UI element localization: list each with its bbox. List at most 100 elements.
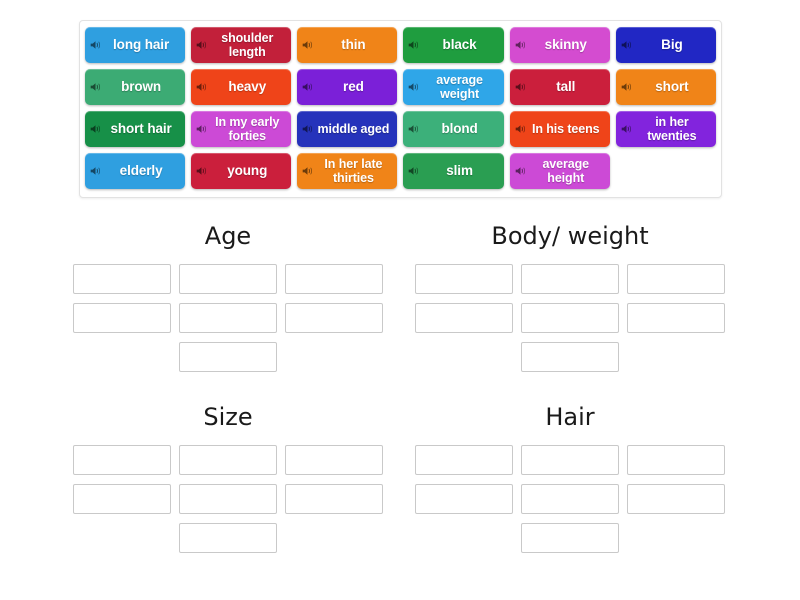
drop-slot[interactable] (73, 445, 171, 475)
speaker-icon[interactable] (515, 166, 526, 177)
drop-zone-grid-size (58, 445, 398, 553)
word-tile[interactable]: tall (509, 69, 610, 105)
speaker-icon[interactable] (196, 124, 207, 135)
speaker-icon[interactable] (515, 82, 526, 93)
drop-slot[interactable] (73, 264, 171, 294)
word-tile[interactable]: skinny (509, 27, 610, 63)
word-tile-label: long hair (113, 37, 170, 52)
word-tile[interactable]: shoulder length (191, 27, 292, 63)
category-title-age: Age (204, 222, 252, 250)
drop-slot[interactable] (179, 264, 277, 294)
drop-zone-grid-age (58, 264, 398, 372)
speaker-icon[interactable] (90, 166, 101, 177)
word-tile-label: In his teens (531, 122, 600, 136)
word-tile-label: blond (441, 121, 478, 136)
word-tile[interactable]: blond (403, 111, 504, 147)
drop-slot[interactable] (521, 264, 619, 294)
speaker-icon[interactable] (408, 82, 419, 93)
word-tile-label: red (343, 79, 364, 94)
word-tile-label: brown (121, 79, 162, 94)
word-tile-placeholder (616, 153, 716, 189)
drop-slot[interactable] (521, 445, 619, 475)
drop-slot[interactable] (179, 523, 277, 553)
word-tile[interactable]: red (297, 69, 398, 105)
speaker-icon[interactable] (302, 124, 313, 135)
word-tile[interactable]: young (191, 153, 292, 189)
word-tile[interactable]: in her twenties (615, 111, 716, 147)
speaker-icon[interactable] (302, 40, 313, 51)
word-tile[interactable]: average weight (403, 69, 504, 105)
word-bank-panel: long hair shoulder length thin black skinny B… (79, 20, 722, 198)
drop-slot[interactable] (179, 303, 277, 333)
speaker-icon[interactable] (196, 166, 207, 177)
word-tile[interactable]: long hair (85, 27, 186, 63)
speaker-icon[interactable] (408, 40, 419, 51)
word-tile[interactable]: brown (85, 69, 186, 105)
drop-slot[interactable] (285, 445, 383, 475)
word-tile[interactable]: middle aged (297, 111, 398, 147)
drop-slot[interactable] (521, 484, 619, 514)
word-tile[interactable]: In his teens (509, 111, 610, 147)
speaker-icon[interactable] (621, 40, 632, 51)
drop-slot[interactable] (627, 264, 725, 294)
drop-slot[interactable] (285, 264, 383, 294)
word-tile-label: slim (446, 163, 473, 178)
drop-slot[interactable] (627, 303, 725, 333)
word-tile-label: elderly (119, 163, 163, 178)
speaker-icon[interactable] (515, 124, 526, 135)
word-tile[interactable]: elderly (85, 153, 186, 189)
word-tile[interactable]: short hair (85, 111, 186, 147)
word-tile-label: Big (661, 37, 683, 52)
speaker-icon[interactable] (621, 82, 632, 93)
drop-slot[interactable] (179, 342, 277, 372)
speaker-icon[interactable] (302, 166, 313, 177)
speaker-icon[interactable] (90, 82, 101, 93)
word-tile-label: middle aged (317, 122, 390, 136)
drop-slot[interactable] (415, 303, 513, 333)
drop-slot[interactable] (73, 484, 171, 514)
speaker-icon[interactable] (408, 166, 419, 177)
category-title-size: Size (203, 403, 253, 431)
word-tile[interactable]: black (403, 27, 504, 63)
speaker-icon[interactable] (515, 40, 526, 51)
drop-slot[interactable] (627, 445, 725, 475)
word-tile[interactable]: Big (615, 27, 716, 63)
word-tile-label: tall (556, 79, 576, 94)
drop-slot[interactable] (179, 445, 277, 475)
speaker-icon[interactable] (408, 124, 419, 135)
category-group-size: Size (58, 403, 398, 553)
word-tile[interactable]: average height (509, 153, 610, 189)
word-tile[interactable]: In my early forties (191, 111, 292, 147)
drop-slot[interactable] (415, 445, 513, 475)
drop-slot[interactable] (73, 303, 171, 333)
word-tile[interactable]: slim (403, 153, 504, 189)
word-tile[interactable]: thin (297, 27, 398, 63)
speaker-icon[interactable] (90, 124, 101, 135)
speaker-icon[interactable] (621, 124, 632, 135)
word-tile-label: short (655, 79, 689, 94)
drop-slot[interactable] (179, 484, 277, 514)
drop-slot[interactable] (285, 303, 383, 333)
word-tile[interactable]: heavy (191, 69, 292, 105)
word-tile-label: thin (341, 37, 366, 52)
drop-slot[interactable] (521, 342, 619, 372)
drop-slot[interactable] (285, 484, 383, 514)
word-tile[interactable]: short (615, 69, 716, 105)
drop-slot[interactable] (627, 484, 725, 514)
drop-slot[interactable] (521, 303, 619, 333)
drop-slot[interactable] (415, 264, 513, 294)
speaker-icon[interactable] (196, 82, 207, 93)
drop-zone-grid-body-weight (400, 264, 740, 372)
speaker-icon[interactable] (90, 40, 101, 51)
word-tile-label: heavy (228, 79, 267, 94)
drop-slot[interactable] (415, 484, 513, 514)
speaker-icon[interactable] (196, 40, 207, 51)
category-group-hair: Hair (400, 403, 740, 553)
drop-zone-grid-hair (400, 445, 740, 553)
drop-slot[interactable] (521, 523, 619, 553)
category-group-body-weight: Body/ weight (400, 222, 740, 372)
word-tile-grid: long hair shoulder length thin black skinny B… (85, 27, 716, 189)
speaker-icon[interactable] (302, 82, 313, 93)
word-tile[interactable]: In her late thirties (297, 153, 398, 189)
word-tile-label: skinny (544, 37, 587, 52)
